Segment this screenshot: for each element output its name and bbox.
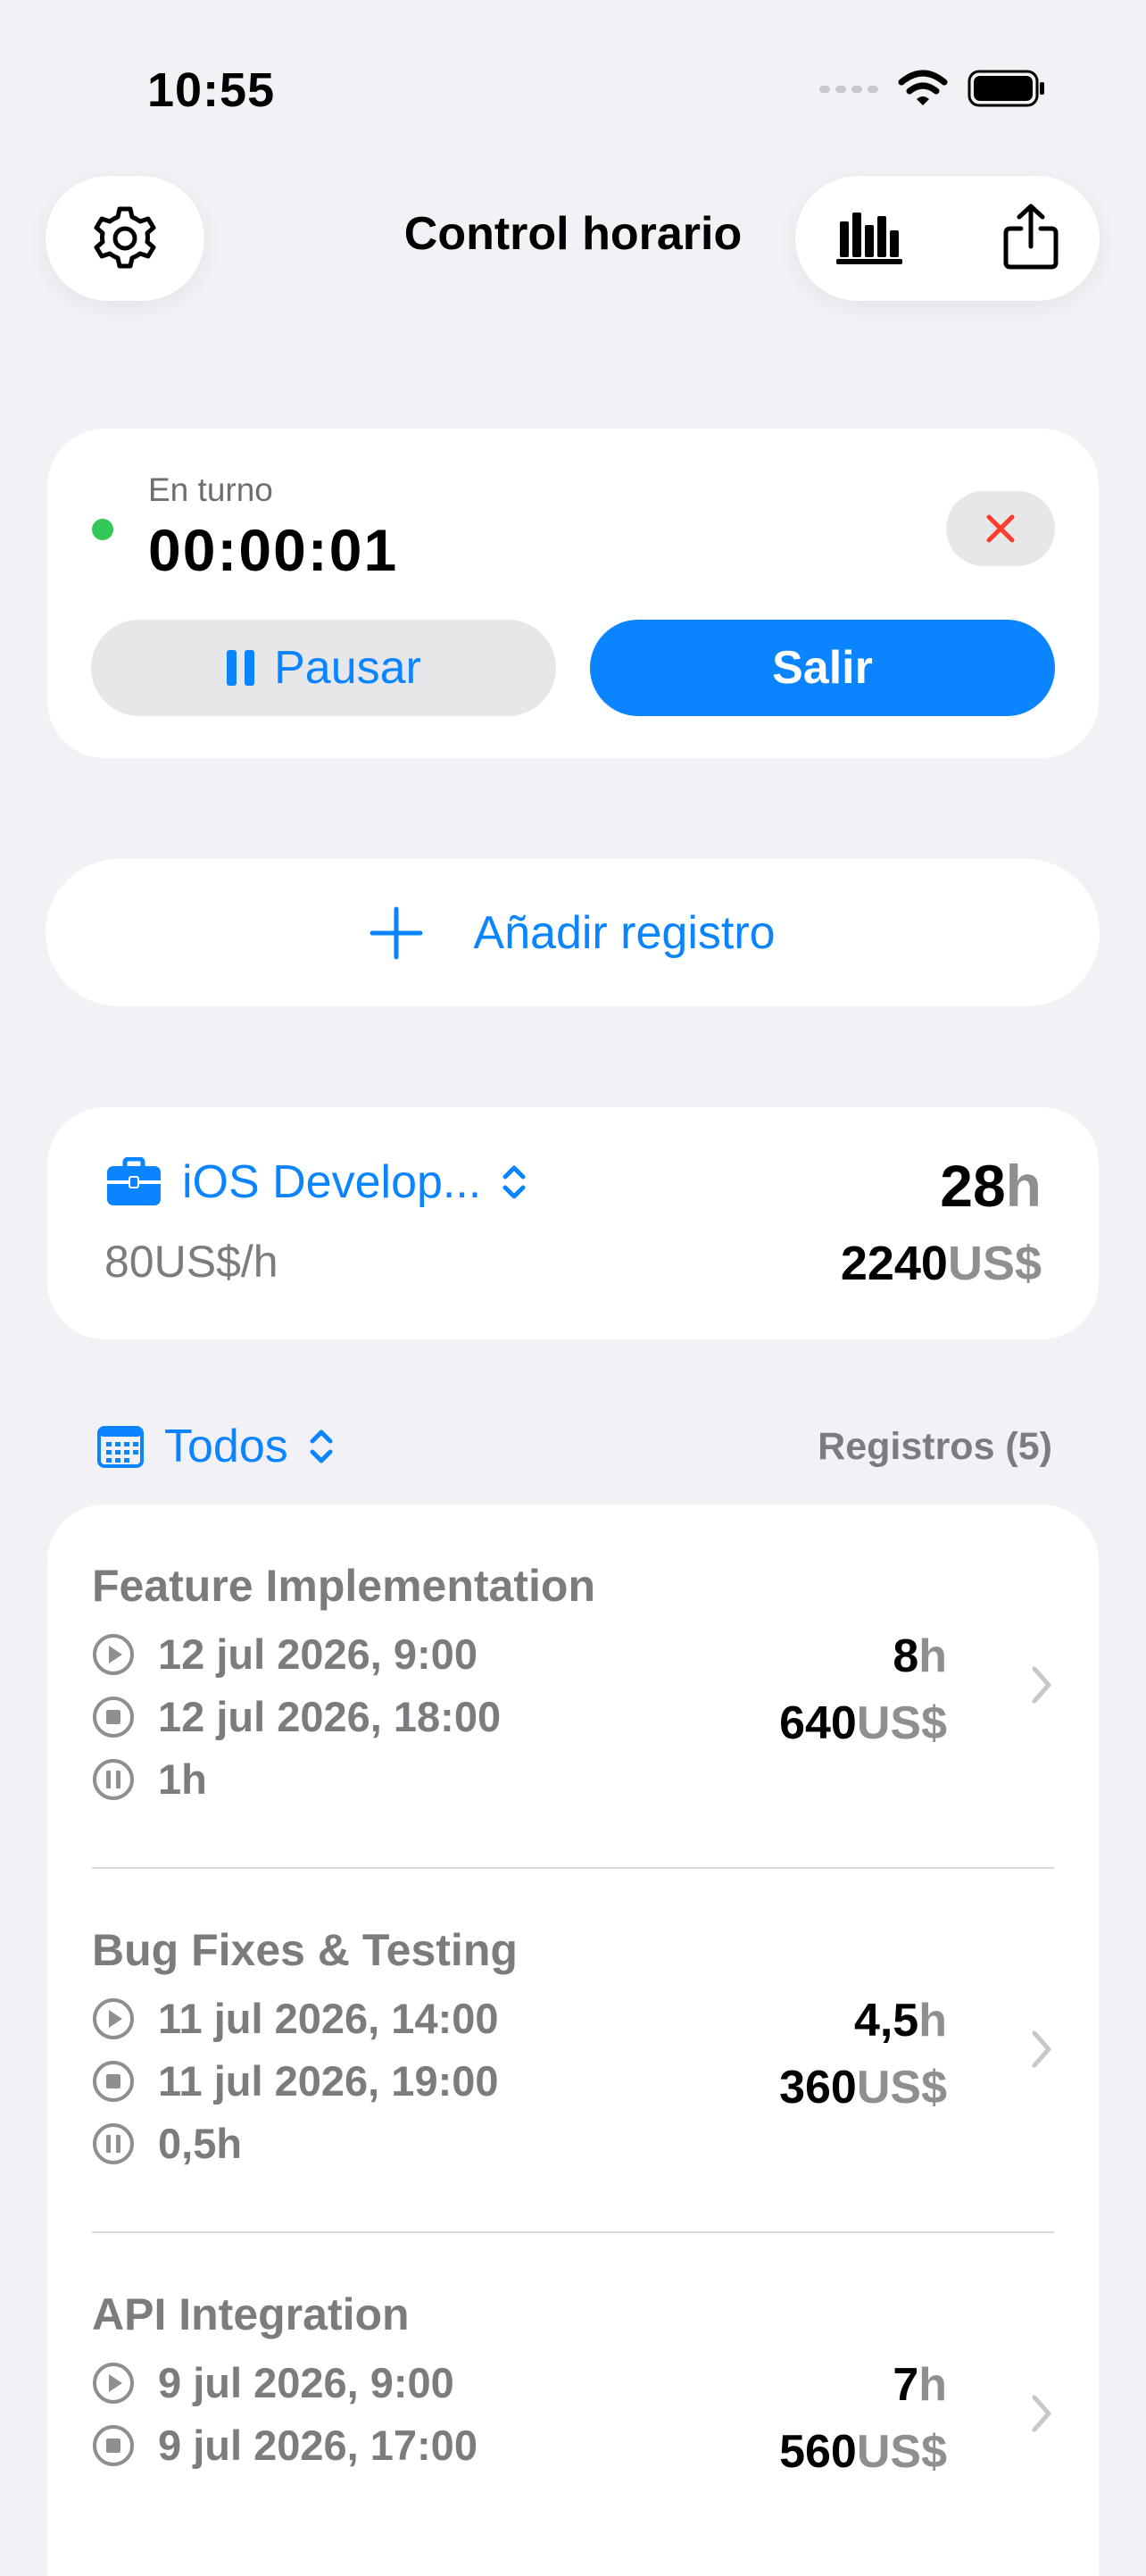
chevron-up-down-icon: [310, 1430, 333, 1463]
filter-label: Todos: [164, 1421, 288, 1472]
share-button[interactable]: [1001, 202, 1060, 276]
pause-label: Pausar: [274, 642, 421, 694]
chevron-right-icon: [1032, 2030, 1051, 2068]
add-record-label: Añadir registro: [473, 906, 776, 959]
shift-status-label: En turno: [148, 471, 273, 508]
pause-circle-icon: [93, 2122, 134, 2164]
stop-circle-icon: [93, 1696, 134, 1738]
record-earnings-unit: US$: [856, 2426, 947, 2478]
records-count: Registros (5): [818, 1425, 1052, 1468]
record-earnings-value: 360: [779, 2062, 857, 2113]
exit-button[interactable]: Salir: [590, 620, 1055, 716]
project-summary-card: [47, 1107, 1099, 1339]
record-earnings-unit: US$: [856, 1697, 947, 1749]
pause-icon: [227, 650, 255, 686]
share-icon: [1003, 204, 1059, 269]
cellular-signal-icon: [819, 86, 878, 93]
project-earnings-value: 2240: [840, 1237, 948, 1290]
record-hours-unit: h: [918, 1630, 947, 1682]
stop-circle-icon: [93, 2060, 134, 2102]
active-status-dot: [92, 519, 113, 540]
exit-label: Salir: [772, 642, 873, 694]
record-pause: 1h: [92, 1755, 207, 1804]
status-icons: [819, 70, 1046, 107]
record-row[interactable]: Feature Implementation 12 jul 2026, 9:00…: [47, 1505, 1099, 1869]
stop-circle-icon: [93, 2424, 134, 2466]
project-selector[interactable]: iOS Develop...: [105, 1155, 527, 1209]
record-start: 9 jul 2026, 9:00: [92, 2358, 454, 2407]
record-start-time: 11 jul 2026, 14:00: [158, 1995, 499, 2042]
record-end-time: 9 jul 2026, 17:00: [158, 2422, 478, 2469]
record-hours-unit: h: [918, 2359, 947, 2411]
pause-button[interactable]: Pausar: [91, 620, 556, 716]
record-end: 9 jul 2026, 17:00: [92, 2421, 478, 2470]
close-icon: [986, 514, 1015, 543]
pause-circle-icon: [93, 1758, 134, 1800]
shift-timer: 00:00:01: [148, 517, 399, 583]
cancel-shift-button[interactable]: [946, 491, 1055, 566]
record-earnings-value: 640: [779, 1697, 857, 1749]
record-hours: 8h: [893, 1630, 947, 1683]
add-record-button[interactable]: Añadir registro: [46, 859, 1100, 1006]
date-filter-selector[interactable]: Todos: [96, 1420, 335, 1473]
play-circle-icon: [93, 2362, 134, 2404]
status-time: 10:55: [147, 63, 276, 117]
record-title: API Integration: [92, 2289, 410, 2339]
chevron-right-icon: [1032, 1666, 1051, 1704]
project-earnings-unit: US$: [947, 1237, 1042, 1290]
record-start: 12 jul 2026, 9:00: [92, 1630, 478, 1679]
record-end: 11 jul 2026, 19:00: [92, 2056, 499, 2105]
project-rate: 80US$/h: [104, 1237, 278, 1287]
record-earnings: 360US$: [779, 2061, 947, 2114]
record-hours-unit: h: [918, 1995, 947, 2047]
calendar-icon: [97, 1426, 144, 1468]
record-start-time: 12 jul 2026, 9:00: [158, 1630, 478, 1678]
chevron-up-down-icon: [502, 1165, 526, 1199]
project-total-hours: 28h: [940, 1152, 1042, 1220]
chevron-right-icon: [1032, 2395, 1051, 2432]
record-earnings: 640US$: [779, 1696, 947, 1750]
record-end-time: 11 jul 2026, 19:00: [158, 2057, 499, 2105]
record-earnings: 560US$: [779, 2425, 947, 2479]
record-pause: 0,5h: [92, 2119, 242, 2168]
record-hours-value: 7: [893, 2359, 919, 2411]
record-earnings-value: 560: [779, 2426, 857, 2478]
record-title: Feature Implementation: [92, 1561, 595, 1611]
record-hours-value: 4,5: [853, 1995, 919, 2047]
project-hours-unit: h: [1005, 1153, 1042, 1219]
play-circle-icon: [93, 1633, 134, 1675]
record-start-time: 9 jul 2026, 9:00: [158, 2359, 454, 2406]
plus-icon: [370, 906, 423, 959]
wifi-icon: [898, 70, 948, 105]
record-end-time: 12 jul 2026, 18:00: [158, 1693, 502, 1740]
record-hours: 7h: [893, 2358, 947, 2412]
record-start: 11 jul 2026, 14:00: [92, 1994, 499, 2043]
header-actions: [795, 176, 1100, 301]
battery-icon: [967, 70, 1044, 107]
record-row[interactable]: Bug Fixes & Testing 11 jul 2026, 14:00 1…: [47, 1869, 1099, 2233]
record-end: 12 jul 2026, 18:00: [92, 1692, 501, 1741]
record-pause-duration: 0,5h: [158, 2120, 243, 2167]
play-circle-icon: [93, 1997, 134, 2039]
bar-chart-icon: [836, 212, 902, 264]
project-total-earnings: 2240US$: [841, 1236, 1042, 1291]
record-row[interactable]: API Integration 9 jul 2026, 9:00 9 jul 2…: [47, 2233, 1099, 2576]
record-earnings-unit: US$: [856, 2062, 947, 2113]
record-pause-duration: 1h: [158, 1755, 207, 1803]
project-hours-value: 28: [940, 1153, 1006, 1219]
statistics-button[interactable]: [835, 207, 904, 271]
record-title: Bug Fixes & Testing: [92, 1925, 518, 1975]
record-hours-value: 8: [893, 1630, 919, 1682]
record-hours: 4,5h: [854, 1994, 947, 2047]
briefcase-icon: [107, 1157, 161, 1205]
records-list: Feature Implementation 12 jul 2026, 9:00…: [47, 1505, 1099, 2576]
project-name: iOS Develop...: [182, 1156, 482, 1208]
